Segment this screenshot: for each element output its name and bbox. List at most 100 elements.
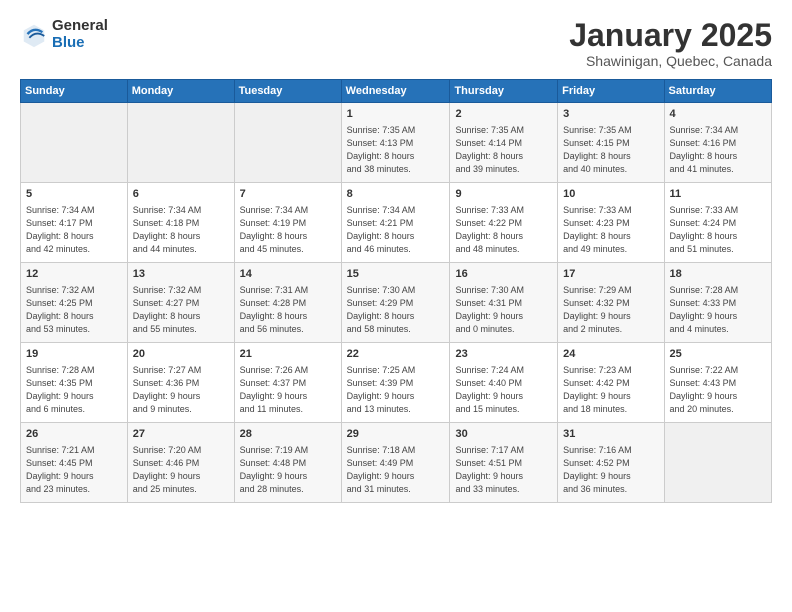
day-info: Sunrise: 7:23 AM Sunset: 4:42 PM Dayligh… — [563, 364, 658, 416]
day-info: Sunrise: 7:35 AM Sunset: 4:15 PM Dayligh… — [563, 124, 658, 176]
day-cell: 25 Sunrise: 7:22 AM Sunset: 4:43 PM Dayli… — [664, 343, 771, 423]
day-number: 19 — [26, 347, 122, 362]
day-info: Sunrise: 7:28 AM Sunset: 4:35 PM Dayligh… — [26, 364, 122, 416]
col-header-monday: Monday — [127, 80, 234, 103]
day-info: Sunrise: 7:28 AM Sunset: 4:33 PM Dayligh… — [670, 284, 766, 336]
week-row-1: 1 Sunrise: 7:35 AM Sunset: 4:13 PM Daylig… — [21, 103, 772, 183]
day-info: Sunrise: 7:27 AM Sunset: 4:36 PM Dayligh… — [133, 364, 229, 416]
week-row-2: 5 Sunrise: 7:34 AM Sunset: 4:17 PM Daylig… — [21, 183, 772, 263]
page: General Blue January 2025 Shawinigan, Qu… — [0, 0, 792, 612]
day-info: Sunrise: 7:35 AM Sunset: 4:14 PM Dayligh… — [455, 124, 552, 176]
day-number: 1 — [347, 107, 445, 122]
col-header-wednesday: Wednesday — [341, 80, 450, 103]
logo-icon — [20, 21, 48, 49]
day-number: 18 — [670, 267, 766, 282]
day-cell: 29 Sunrise: 7:18 AM Sunset: 4:49 PM Dayli… — [341, 423, 450, 503]
day-number: 31 — [563, 427, 658, 442]
day-info: Sunrise: 7:32 AM Sunset: 4:27 PM Dayligh… — [133, 284, 229, 336]
day-cell — [127, 103, 234, 183]
day-number: 28 — [240, 427, 336, 442]
day-info: Sunrise: 7:20 AM Sunset: 4:46 PM Dayligh… — [133, 444, 229, 496]
day-cell: 3 Sunrise: 7:35 AM Sunset: 4:15 PM Daylig… — [558, 103, 664, 183]
day-info: Sunrise: 7:19 AM Sunset: 4:48 PM Dayligh… — [240, 444, 336, 496]
day-cell: 18 Sunrise: 7:28 AM Sunset: 4:33 PM Dayli… — [664, 263, 771, 343]
day-cell: 22 Sunrise: 7:25 AM Sunset: 4:39 PM Dayli… — [341, 343, 450, 423]
day-number: 7 — [240, 187, 336, 202]
week-row-3: 12Sunrise: 7:32 AM Sunset: 4:25 PM Dayli… — [21, 263, 772, 343]
day-number: 11 — [670, 187, 766, 202]
day-info: Sunrise: 7:30 AM Sunset: 4:29 PM Dayligh… — [347, 284, 445, 336]
day-info: Sunrise: 7:16 AM Sunset: 4:52 PM Dayligh… — [563, 444, 658, 496]
day-cell: 9 Sunrise: 7:33 AM Sunset: 4:22 PM Daylig… — [450, 183, 558, 263]
day-cell: 24 Sunrise: 7:23 AM Sunset: 4:42 PM Dayli… — [558, 343, 664, 423]
month-title: January 2025 — [569, 18, 772, 53]
day-cell: 12Sunrise: 7:32 AM Sunset: 4:25 PM Dayli… — [21, 263, 128, 343]
day-info: Sunrise: 7:32 AM Sunset: 4:25 PM Dayligh… — [26, 284, 122, 336]
day-cell: 31 Sunrise: 7:16 AM Sunset: 4:52 PM Dayli… — [558, 423, 664, 503]
logo-text: General Blue — [52, 18, 108, 51]
day-cell: 6Sunrise: 7:34 AM Sunset: 4:18 PM Daylig… — [127, 183, 234, 263]
day-number: 24 — [563, 347, 658, 362]
day-number: 5 — [26, 187, 122, 202]
week-row-5: 26 Sunrise: 7:21 AM Sunset: 4:45 PM Dayli… — [21, 423, 772, 503]
day-number: 8 — [347, 187, 445, 202]
day-cell: 23 Sunrise: 7:24 AM Sunset: 4:40 PM Dayli… — [450, 343, 558, 423]
day-number: 22 — [347, 347, 445, 362]
day-number: 15 — [347, 267, 445, 282]
day-info: Sunrise: 7:18 AM Sunset: 4:49 PM Dayligh… — [347, 444, 445, 496]
day-info: Sunrise: 7:34 AM Sunset: 4:17 PM Dayligh… — [26, 204, 122, 256]
day-number: 25 — [670, 347, 766, 362]
day-number: 17 — [563, 267, 658, 282]
col-header-thursday: Thursday — [450, 80, 558, 103]
logo: General Blue — [20, 18, 108, 51]
day-cell: 5 Sunrise: 7:34 AM Sunset: 4:17 PM Daylig… — [21, 183, 128, 263]
day-cell: 27 Sunrise: 7:20 AM Sunset: 4:46 PM Dayli… — [127, 423, 234, 503]
day-cell: 11Sunrise: 7:33 AM Sunset: 4:24 PM Dayli… — [664, 183, 771, 263]
col-header-sunday: Sunday — [21, 80, 128, 103]
day-cell: 15 Sunrise: 7:30 AM Sunset: 4:29 PM Dayli… — [341, 263, 450, 343]
location-subtitle: Shawinigan, Quebec, Canada — [569, 53, 772, 69]
day-info: Sunrise: 7:35 AM Sunset: 4:13 PM Dayligh… — [347, 124, 445, 176]
day-number: 3 — [563, 107, 658, 122]
day-cell: 4Sunrise: 7:34 AM Sunset: 4:16 PM Daylig… — [664, 103, 771, 183]
header-row: SundayMondayTuesdayWednesdayThursdayFrid… — [21, 80, 772, 103]
day-number: 23 — [455, 347, 552, 362]
day-info: Sunrise: 7:33 AM Sunset: 4:23 PM Dayligh… — [563, 204, 658, 256]
day-cell: 2 Sunrise: 7:35 AM Sunset: 4:14 PM Daylig… — [450, 103, 558, 183]
day-cell: 30 Sunrise: 7:17 AM Sunset: 4:51 PM Dayli… — [450, 423, 558, 503]
calendar-table: SundayMondayTuesdayWednesdayThursdayFrid… — [20, 79, 772, 503]
day-info: Sunrise: 7:22 AM Sunset: 4:43 PM Dayligh… — [670, 364, 766, 416]
day-info: Sunrise: 7:29 AM Sunset: 4:32 PM Dayligh… — [563, 284, 658, 336]
day-number: 21 — [240, 347, 336, 362]
day-number: 29 — [347, 427, 445, 442]
day-cell — [664, 423, 771, 503]
day-cell: 8Sunrise: 7:34 AM Sunset: 4:21 PM Daylig… — [341, 183, 450, 263]
day-number: 30 — [455, 427, 552, 442]
day-info: Sunrise: 7:21 AM Sunset: 4:45 PM Dayligh… — [26, 444, 122, 496]
day-number: 16 — [455, 267, 552, 282]
day-info: Sunrise: 7:17 AM Sunset: 4:51 PM Dayligh… — [455, 444, 552, 496]
day-cell: 10 Sunrise: 7:33 AM Sunset: 4:23 PM Dayli… — [558, 183, 664, 263]
week-row-4: 19 Sunrise: 7:28 AM Sunset: 4:35 PM Dayli… — [21, 343, 772, 423]
day-cell: 13Sunrise: 7:32 AM Sunset: 4:27 PM Dayli… — [127, 263, 234, 343]
day-info: Sunrise: 7:31 AM Sunset: 4:28 PM Dayligh… — [240, 284, 336, 336]
day-number: 2 — [455, 107, 552, 122]
day-cell — [234, 103, 341, 183]
day-info: Sunrise: 7:33 AM Sunset: 4:22 PM Dayligh… — [455, 204, 552, 256]
day-cell — [21, 103, 128, 183]
day-number: 26 — [26, 427, 122, 442]
day-cell: 1 Sunrise: 7:35 AM Sunset: 4:13 PM Daylig… — [341, 103, 450, 183]
day-number: 27 — [133, 427, 229, 442]
col-header-friday: Friday — [558, 80, 664, 103]
header: General Blue January 2025 Shawinigan, Qu… — [20, 18, 772, 69]
day-number: 6 — [133, 187, 229, 202]
day-number: 4 — [670, 107, 766, 122]
col-header-tuesday: Tuesday — [234, 80, 341, 103]
day-info: Sunrise: 7:25 AM Sunset: 4:39 PM Dayligh… — [347, 364, 445, 416]
day-cell: 26 Sunrise: 7:21 AM Sunset: 4:45 PM Dayli… — [21, 423, 128, 503]
day-info: Sunrise: 7:24 AM Sunset: 4:40 PM Dayligh… — [455, 364, 552, 416]
day-number: 9 — [455, 187, 552, 202]
day-number: 20 — [133, 347, 229, 362]
title-block: January 2025 Shawinigan, Quebec, Canada — [569, 18, 772, 69]
day-number: 10 — [563, 187, 658, 202]
